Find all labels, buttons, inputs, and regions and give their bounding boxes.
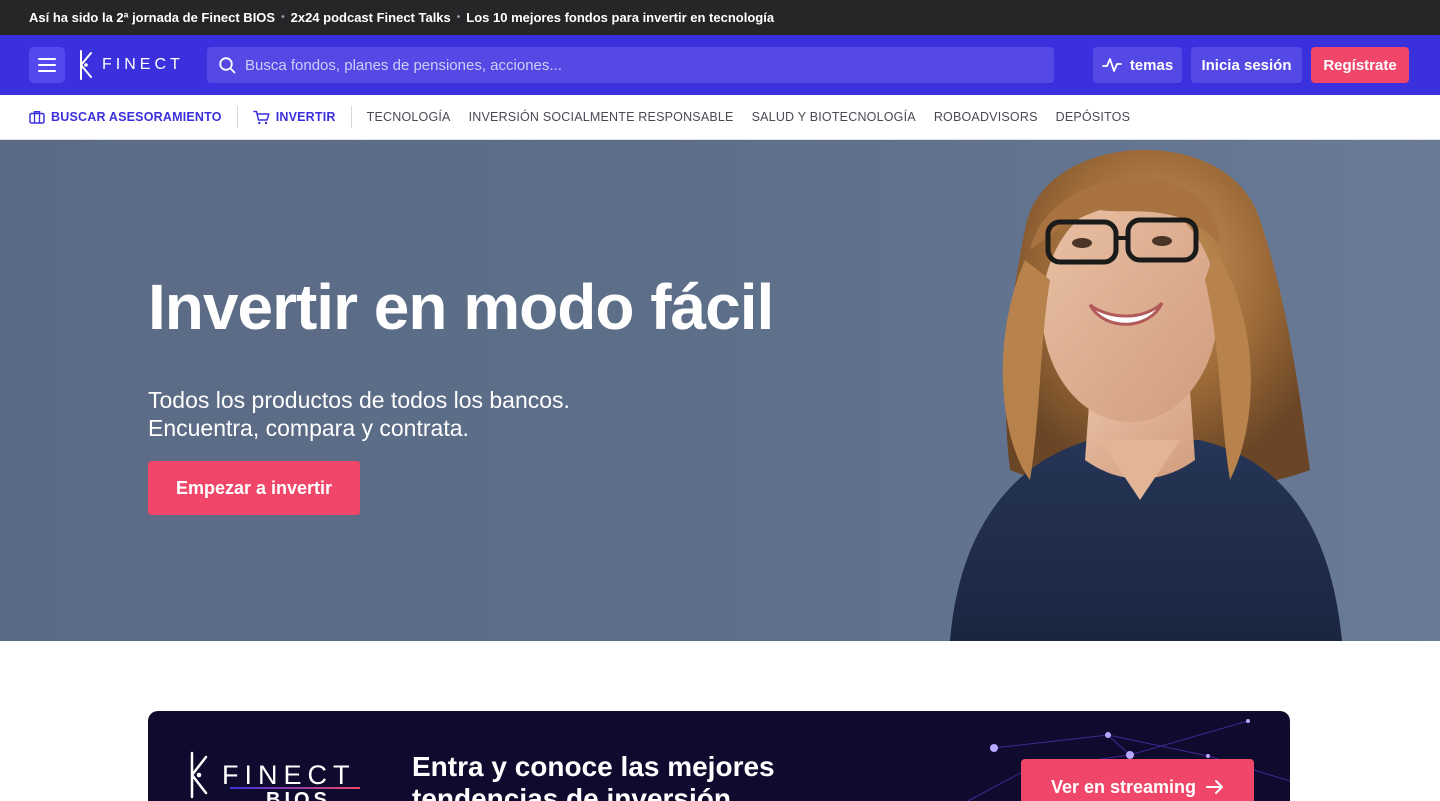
- ticker-link-fondos-tecnologia[interactable]: Los 10 mejores fondos para invertir en t…: [466, 10, 774, 25]
- arrow-right-icon: [1206, 780, 1224, 794]
- banner-logo-text: FINECT: [222, 759, 356, 790]
- briefcase-icon: [29, 111, 45, 124]
- login-button[interactable]: Inicia sesión: [1191, 47, 1302, 83]
- ticker-separator: •: [456, 12, 461, 23]
- nav-invertir[interactable]: INVERTIR: [252, 110, 336, 125]
- hero-subtitle-line: Encuentra, compara y contrata.: [148, 415, 469, 441]
- nav-roboadvisors[interactable]: ROBOADVISORS: [934, 110, 1038, 124]
- activity-pulse-icon: [1101, 58, 1122, 72]
- banner-heading: Entra y conoce las mejores tendencias de…: [412, 751, 775, 801]
- temas-label: temas: [1129, 56, 1174, 74]
- nav-buscar-asesoramiento-label: BUSCAR ASESORAMIENTO: [51, 110, 222, 124]
- hamburger-icon: [38, 58, 56, 72]
- logo-text: FINECT: [102, 56, 184, 73]
- nav-salud-biotecnologia[interactable]: SALUD Y BIOTECNOLOGÍA: [752, 110, 916, 124]
- ticker-link-finect-bios[interactable]: Así ha sido la 2ª jornada de Finect BIOS: [29, 10, 275, 25]
- nav-buscar-asesoramiento[interactable]: BUSCAR ASESORAMIENTO: [29, 110, 222, 124]
- nav-tecnologia[interactable]: TECNOLOGÍA: [367, 110, 451, 124]
- nav-divider: [236, 106, 238, 128]
- finect-bios-banner: FINECT BIOS Entra y conoce las mejores t…: [148, 711, 1290, 801]
- watch-streaming-button[interactable]: Ver en streaming: [1021, 759, 1254, 801]
- finect-logo[interactable]: FINECT: [76, 49, 184, 81]
- nav-inversion-socialmente-responsable[interactable]: INVERSIÓN SOCIALMENTE RESPONSABLE: [469, 110, 734, 124]
- hero-section: Invertir en modo fácil Todos los product…: [0, 140, 1440, 641]
- banner-heading-line: tendencias de inversión: [412, 783, 731, 801]
- hero-subtitle-line: Todos los productos de todos los bancos.: [148, 387, 570, 413]
- finect-mark-icon: [190, 751, 208, 799]
- banner-logo-sub: BIOS: [266, 789, 331, 801]
- search-bar[interactable]: [207, 47, 1054, 83]
- search-icon: [219, 56, 236, 73]
- temas-button[interactable]: temas: [1093, 47, 1182, 83]
- main-header: FINECT temas Inicia sesión Regístrate: [0, 35, 1440, 95]
- ticker-separator: •: [281, 12, 285, 23]
- hamburger-menu-button[interactable]: [29, 47, 65, 83]
- secondary-nav: BUSCAR ASESORAMIENTO INVERTIR TECNOLOGÍA…: [0, 95, 1440, 140]
- banner-heading-line: Entra y conoce las mejores: [412, 751, 775, 782]
- finect-bios-logo: FINECT BIOS: [186, 751, 360, 801]
- shopping-cart-icon: [252, 110, 270, 124]
- hero-subtitle: Todos los productos de todos los bancos.…: [148, 386, 570, 442]
- watch-streaming-label: Ver en streaming: [1050, 776, 1197, 797]
- hero-title: Invertir en modo fácil: [148, 271, 774, 343]
- ticker-link-podcast[interactable]: 2x24 podcast Finect Talks: [291, 10, 451, 25]
- finect-mark-icon: [80, 50, 92, 80]
- nav-depositos[interactable]: DEPÓSITOS: [1056, 110, 1131, 124]
- start-investing-button[interactable]: Empezar a invertir: [148, 461, 360, 515]
- search-input[interactable]: [245, 56, 1025, 74]
- register-button[interactable]: Regístrate: [1311, 47, 1409, 83]
- top-ticker-bar: Así ha sido la 2ª jornada de Finect BIOS…: [0, 0, 1440, 35]
- nav-divider: [350, 106, 352, 128]
- hero-portrait-image: [950, 149, 1342, 641]
- nav-invertir-label: INVERTIR: [275, 110, 336, 124]
